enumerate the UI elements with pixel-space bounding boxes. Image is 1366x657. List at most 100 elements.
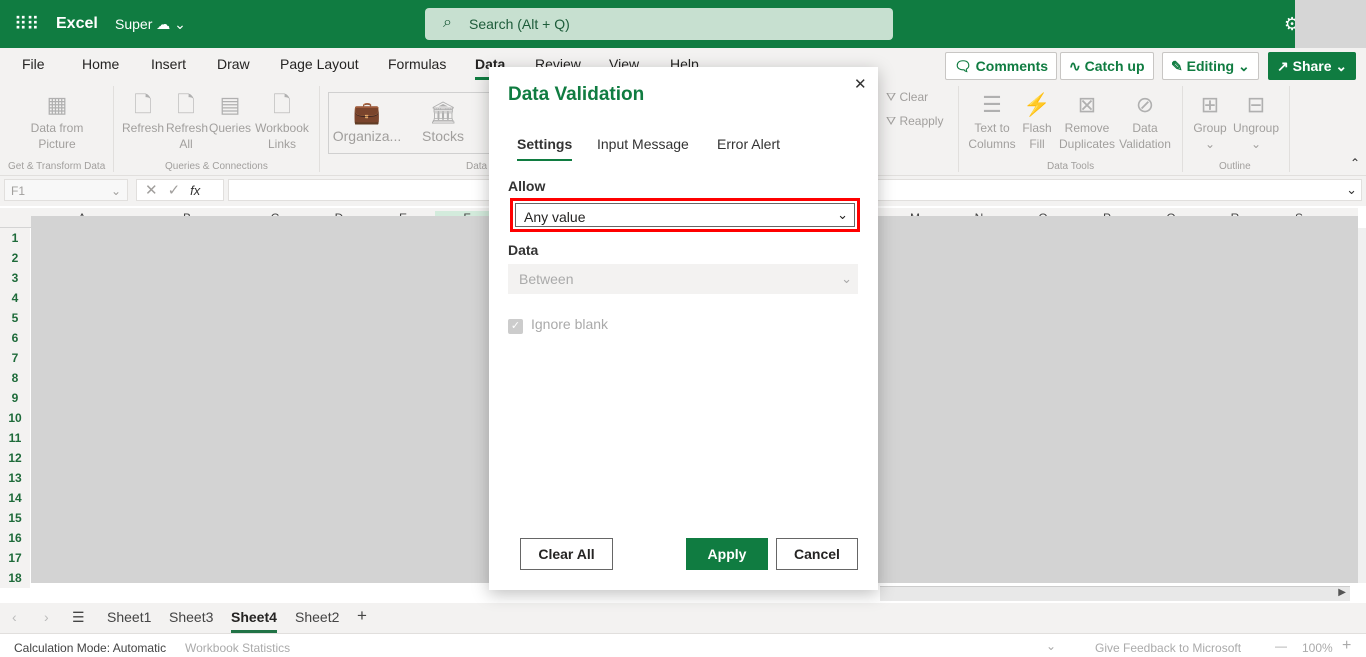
close-icon[interactable]: ✕ bbox=[854, 75, 867, 93]
remove-duplicates-button[interactable]: ⊠ Remove Duplicates bbox=[1058, 90, 1116, 152]
comment-icon: 🗨 bbox=[954, 58, 972, 74]
row-header[interactable]: 15 bbox=[0, 508, 30, 528]
collapse-ribbon-icon[interactable]: ⌃ bbox=[1350, 156, 1360, 170]
tab-settings[interactable]: Settings bbox=[517, 136, 573, 161]
links-icon: 🗋 bbox=[273, 92, 291, 117]
picture-table-icon: ▦ bbox=[46, 92, 68, 117]
sheet-tab[interactable]: Sheet1 bbox=[107, 609, 151, 625]
queries-button[interactable]: ▤ Queries bbox=[208, 90, 252, 136]
organization-button[interactable]: 💼 Organiza... bbox=[332, 98, 402, 144]
ungroup-button[interactable]: ⊟ Ungroup ⌄ bbox=[1230, 90, 1282, 152]
row-header[interactable]: 16 bbox=[0, 528, 30, 548]
zoom-level: 100% bbox=[1302, 641, 1333, 655]
tab-error-alert[interactable]: Error Alert bbox=[717, 136, 780, 152]
zoom-in-icon[interactable]: + bbox=[1342, 637, 1351, 655]
tab-formulas[interactable]: Formulas bbox=[388, 56, 446, 72]
function-icon[interactable]: fx bbox=[190, 183, 200, 198]
allow-select[interactable]: Any value ⌄ bbox=[515, 203, 855, 227]
group-label: Queries & Connections bbox=[165, 161, 268, 172]
search-input[interactable]: ⌕ Search (Alt + Q) bbox=[425, 8, 893, 40]
group-icon: ⊞ bbox=[1200, 92, 1220, 117]
data-validation-button[interactable]: ⊘ Data Validation bbox=[1116, 90, 1174, 152]
calculation-mode[interactable]: Calculation Mode: Automatic bbox=[14, 641, 166, 655]
row-header[interactable]: 4 bbox=[0, 288, 30, 308]
row-header[interactable]: 2 bbox=[0, 248, 30, 268]
tab-file[interactable]: File bbox=[22, 56, 45, 72]
label: Workbook Links bbox=[255, 121, 309, 151]
data-label: Data bbox=[508, 242, 539, 258]
briefcase-icon: 💼 bbox=[353, 100, 381, 125]
row-header[interactable]: 8 bbox=[0, 368, 30, 388]
flash-fill-button[interactable]: ⚡ Flash Fill bbox=[1022, 90, 1052, 152]
zoom-out-icon[interactable]: — bbox=[1275, 639, 1287, 653]
sheet-tab[interactable]: Sheet3 bbox=[169, 609, 213, 625]
editing-label: Editing bbox=[1186, 58, 1235, 74]
divider bbox=[113, 86, 114, 172]
reapply-button[interactable]: ⛛ Reapply bbox=[886, 113, 943, 129]
ignore-blank-checkbox[interactable]: ✓ Ignore blank bbox=[508, 316, 608, 334]
comments-button[interactable]: 🗨 Comments bbox=[945, 52, 1058, 80]
cancel-icon[interactable]: ✕ bbox=[145, 182, 168, 199]
cloud-saved-icon: ☁ ⌄ bbox=[156, 16, 186, 32]
sheet-tab[interactable]: Sheet4 bbox=[231, 609, 277, 633]
group-button[interactable]: ⊞ Group ⌄ bbox=[1190, 90, 1230, 152]
clear-filter-icon: ⛛ bbox=[886, 90, 897, 104]
row-header[interactable]: 7 bbox=[0, 348, 30, 368]
label: Refresh bbox=[122, 121, 165, 135]
next-sheet-icon[interactable]: › bbox=[44, 609, 49, 625]
row-header[interactable]: 11 bbox=[0, 428, 30, 448]
workbook-links-button[interactable]: 🗋 Workbook Links bbox=[254, 90, 310, 152]
clear-all-button[interactable]: Clear All bbox=[520, 538, 613, 570]
refresh-icon: 🗋 bbox=[134, 92, 152, 117]
row-header[interactable]: 14 bbox=[0, 488, 30, 508]
row-header[interactable]: 3 bbox=[0, 268, 30, 288]
prev-sheet-icon[interactable]: ‹ bbox=[12, 609, 17, 625]
sheet-tab[interactable]: Sheet2 bbox=[295, 609, 339, 625]
tab-input-message[interactable]: Input Message bbox=[597, 136, 689, 152]
divider bbox=[1182, 86, 1183, 172]
catch-up-button[interactable]: ∿ Catch up bbox=[1060, 52, 1154, 80]
row-header[interactable]: 12 bbox=[0, 448, 30, 468]
editing-button[interactable]: ✎ Editing ⌄ bbox=[1162, 52, 1259, 80]
stocks-button[interactable]: 🏛 Stocks bbox=[415, 98, 471, 144]
status-bar: Calculation Mode: Automatic Workbook Sta… bbox=[0, 635, 1366, 657]
ungroup-icon: ⊟ bbox=[1246, 92, 1266, 117]
add-sheet-icon[interactable]: + bbox=[357, 606, 367, 626]
row-header[interactable]: 1 bbox=[0, 228, 30, 248]
tab-draw[interactable]: Draw bbox=[217, 56, 250, 72]
horizontal-scrollbar[interactable]: ▶ bbox=[880, 586, 1350, 601]
data-validation-icon: ⊘ bbox=[1135, 92, 1155, 117]
row-header[interactable]: 9 bbox=[0, 388, 30, 408]
refresh-button[interactable]: 🗋 Refresh bbox=[122, 90, 164, 136]
vertical-scrollbar[interactable] bbox=[1358, 228, 1366, 583]
document-name[interactable]: Super ☁ ⌄ bbox=[115, 16, 186, 33]
text-to-columns-button[interactable]: ☰ Text to Columns bbox=[966, 90, 1018, 152]
workbook-statistics[interactable]: Workbook Statistics bbox=[185, 641, 290, 655]
row-header[interactable]: 18 bbox=[0, 568, 30, 588]
chevron-down-icon[interactable]: ⌄ bbox=[1046, 639, 1056, 653]
share-button[interactable]: ↗ Share ⌄ bbox=[1268, 52, 1357, 80]
tab-home[interactable]: Home bbox=[82, 56, 119, 72]
tab-insert[interactable]: Insert bbox=[151, 56, 186, 72]
confirm-icon[interactable]: ✓ bbox=[168, 182, 191, 199]
label: Ungroup bbox=[1232, 121, 1280, 135]
row-header[interactable]: 6 bbox=[0, 328, 30, 348]
reapply-icon: ⛛ bbox=[886, 114, 897, 128]
row-header[interactable]: 10 bbox=[0, 408, 30, 428]
all-sheets-icon[interactable]: ☰ bbox=[72, 609, 85, 626]
row-header[interactable]: 17 bbox=[0, 548, 30, 568]
cancel-button[interactable]: Cancel bbox=[776, 538, 858, 570]
group-label: Data bbox=[466, 161, 488, 172]
clear-filter-button[interactable]: ⛛ Clear bbox=[886, 89, 928, 105]
apply-button[interactable]: Apply bbox=[686, 538, 768, 570]
name-box[interactable]: F1 ⌄ bbox=[4, 179, 128, 201]
tab-page-layout[interactable]: Page Layout bbox=[280, 56, 359, 72]
data-select[interactable]: Between ⌄ bbox=[508, 264, 858, 294]
data-from-picture-button[interactable]: ▦ Data from Picture bbox=[22, 90, 92, 152]
refresh-all-button[interactable]: 🗋 Refresh All bbox=[166, 90, 208, 152]
app-name[interactable]: Excel bbox=[56, 15, 98, 33]
feedback-link[interactable]: Give Feedback to Microsoft bbox=[1095, 641, 1241, 655]
row-header[interactable]: 5 bbox=[0, 308, 30, 328]
app-launcher-icon[interactable]: ⠿⠿ bbox=[14, 14, 39, 35]
row-header[interactable]: 13 bbox=[0, 468, 30, 488]
